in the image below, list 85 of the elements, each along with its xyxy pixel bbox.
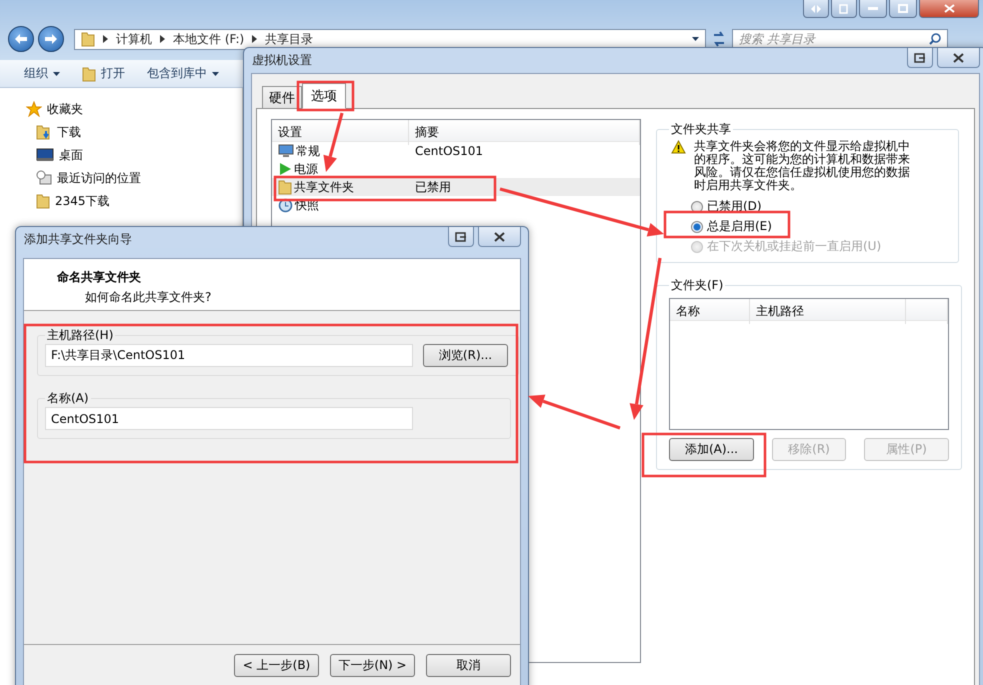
chevron-icon <box>160 35 165 43</box>
minimize-button[interactable] <box>859 0 887 18</box>
wizard-subheading: 如何命名此共享文件夹? <box>84 289 212 306</box>
search-field[interactable]: 搜索 共享目录 <box>732 28 948 50</box>
wizard-button[interactable]: 下一步(N) > <box>330 654 415 677</box>
back-arrow-icon <box>15 34 27 44</box>
folder-icon <box>82 66 96 82</box>
nav-item[interactable]: 2345下载 <box>26 192 242 210</box>
minimize-icon <box>868 7 878 10</box>
wizard-heading: 命名共享文件夹 <box>57 269 142 286</box>
restore-button[interactable] <box>907 48 933 68</box>
folder-icon <box>81 31 95 47</box>
setting-summary: 已禁用 <box>414 178 452 196</box>
close-icon <box>944 4 954 13</box>
group-title: 文件夹共享 <box>670 121 732 138</box>
setting-name: 常规 <box>296 142 320 160</box>
caret-icon <box>692 37 699 41</box>
warning-icon <box>671 140 686 154</box>
restore-icon <box>455 232 467 242</box>
column-header[interactable]: 摘要 <box>409 120 640 145</box>
column-header[interactable]: 主机路径 <box>750 299 906 324</box>
setting-name: 电源 <box>294 160 318 178</box>
settings-row[interactable]: 共享文件夹 已禁用 <box>272 178 640 196</box>
browse-button[interactable]: 浏览(R)... <box>423 344 508 367</box>
download-folder-icon <box>36 124 52 140</box>
star-icon <box>26 101 42 117</box>
radio-option[interactable]: 总是启用(E) <box>691 219 946 234</box>
column-header[interactable]: 名称 <box>670 299 750 324</box>
annotation-arrow <box>323 112 344 172</box>
maximize-icon <box>898 4 908 13</box>
breadcrumb[interactable]: 本地文件 (F:) <box>173 30 244 48</box>
forward-arrow-icon <box>45 34 57 44</box>
dialog-button[interactable]: 添加(A)... <box>669 438 754 461</box>
radio-button[interactable] <box>691 220 703 232</box>
close-button[interactable] <box>919 0 979 18</box>
nav-item[interactable]: 最近访问的位置 <box>26 169 242 187</box>
window-title: 添加共享文件夹向导 <box>23 231 132 248</box>
nav-item[interactable]: 桌面 <box>26 146 242 164</box>
close-icon <box>953 52 964 62</box>
annotation-box <box>296 80 354 112</box>
forward-button[interactable] <box>38 26 64 52</box>
folder-icon <box>278 179 292 195</box>
desktop-icon <box>36 148 54 162</box>
host-path-field[interactable]: F:\共享目录\CentOS101 <box>45 344 413 367</box>
tab[interactable]: 选项 <box>302 83 346 109</box>
wizard-button[interactable]: 取消 <box>426 654 511 677</box>
search-icon <box>929 33 941 45</box>
close-button[interactable] <box>937 48 980 68</box>
field-label: 主机路径(H) <box>46 327 114 344</box>
breadcrumb[interactable]: 共享目录 <box>265 30 314 48</box>
warning-text: 共享文件夹会将您的文件显示给虚拟机中的程序。这可能为您的计算机和数据带来风险。请仅在您信任虚拟机使用您的数据时启用共享文件夹。 <box>694 140 911 192</box>
setting-summary: CentOS101 <box>414 144 484 158</box>
monitor-icon <box>278 144 294 158</box>
maximize-button[interactable] <box>889 0 917 18</box>
folder-icon <box>36 193 50 209</box>
breadcrumb[interactable]: 计算机 <box>116 30 152 48</box>
setting-name: 共享文件夹 <box>294 178 354 196</box>
recent-places-icon <box>36 170 52 186</box>
settings-row[interactable]: 常规 CentOS101 <box>272 142 640 160</box>
group-title: 文件夹(F) <box>670 277 724 294</box>
tab[interactable]: 硬件 <box>262 86 302 109</box>
close-button[interactable] <box>478 227 521 247</box>
play-icon <box>278 162 292 176</box>
nav-item[interactable]: 收藏夹 <box>26 100 242 118</box>
back-button[interactable] <box>8 26 34 52</box>
nav-toggle-button[interactable] <box>803 0 829 18</box>
nav-item[interactable]: 下载 <box>26 123 242 141</box>
close-icon <box>494 232 505 242</box>
field-label: 名称(A) <box>46 390 90 407</box>
toolbar-button[interactable]: 包含到库中 <box>147 65 219 82</box>
restore-button[interactable] <box>448 227 474 247</box>
arrows-icon <box>811 4 821 12</box>
address-bar[interactable]: 计算机 本地文件 (F:) 共享目录 <box>74 28 706 50</box>
radio-button[interactable] <box>691 200 703 212</box>
wizard-button[interactable]: < 上一步(B) <box>234 654 319 677</box>
toolbar-button[interactable]: 组织 <box>24 65 60 82</box>
restore-icon <box>914 52 926 62</box>
chevron-icon <box>103 35 108 43</box>
settings-row[interactable]: 电源 <box>272 160 640 178</box>
window-title: 虚拟机设置 <box>251 52 312 69</box>
exit-icon <box>839 4 849 14</box>
chevron-icon <box>252 35 258 43</box>
exit-button[interactable] <box>831 0 857 18</box>
name-field[interactable]: CentOS101 <box>45 407 413 430</box>
toolbar-button[interactable]: 打开 <box>82 65 125 82</box>
